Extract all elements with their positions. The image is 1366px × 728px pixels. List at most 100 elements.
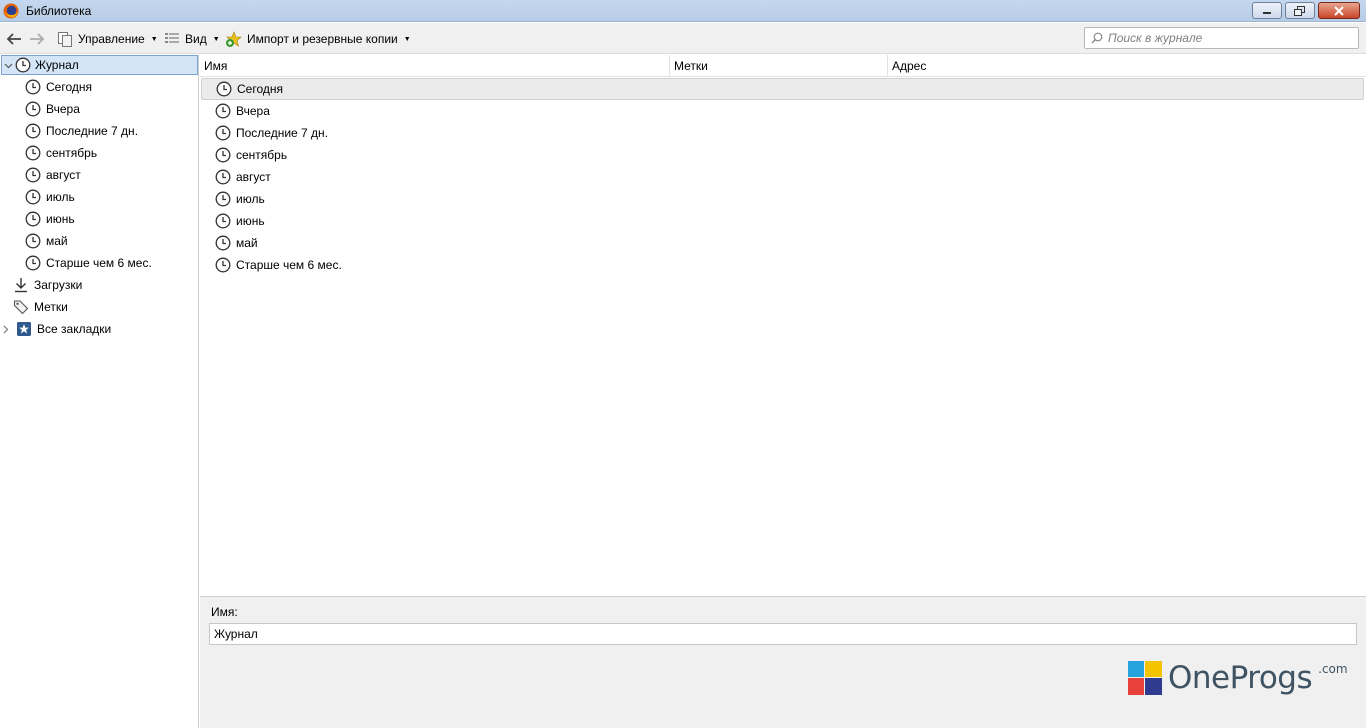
list-item[interactable]: Последние 7 дн.: [201, 122, 1364, 144]
dropdown-caret-icon: ▼: [403, 35, 411, 43]
tree-item-july[interactable]: июль: [25, 187, 75, 207]
tree-item-today[interactable]: Сегодня: [25, 77, 92, 97]
view-list-icon: [165, 33, 179, 43]
restore-button[interactable]: [1285, 2, 1315, 19]
column-header-bar: Имя Метки Адрес: [200, 55, 1366, 77]
clock-icon: [215, 125, 231, 141]
history-search-box[interactable]: [1084, 27, 1359, 49]
clock-icon: [215, 169, 231, 185]
tree-item-label: Все закладки: [37, 322, 112, 336]
close-icon: [1334, 5, 1344, 16]
back-arrow-icon: [6, 33, 21, 45]
tree-item-label: Метки: [34, 300, 68, 314]
clock-icon: [15, 57, 31, 73]
name-field[interactable]: [209, 623, 1357, 645]
list-item[interactable]: Вчера: [201, 100, 1364, 122]
search-icon: [1091, 32, 1103, 44]
clock-icon: [216, 81, 232, 97]
view-label: Вид: [185, 32, 207, 46]
watermark-suffix: .com: [1318, 662, 1348, 676]
forward-button[interactable]: [28, 29, 46, 49]
close-button[interactable]: [1318, 2, 1360, 19]
firefox-logo-icon: [3, 3, 19, 19]
list-item-label: май: [236, 236, 258, 250]
view-menu-button[interactable]: Вид ▼: [164, 29, 220, 49]
tree-item-label: Загрузки: [34, 278, 83, 292]
clock-icon: [215, 103, 231, 119]
list-item-label: Сегодня: [237, 82, 283, 96]
toolbar: Управление ▼ Вид ▼ Импорт и резервные ко…: [0, 23, 1366, 54]
list-item[interactable]: август: [201, 166, 1364, 188]
clock-icon: [25, 211, 41, 227]
list-item[interactable]: июль: [201, 188, 1364, 210]
clock-icon: [25, 167, 41, 183]
import-label: Импорт и резервные копии: [247, 32, 398, 46]
organize-label: Управление: [78, 32, 145, 46]
watermark-text: OneProgs: [1168, 660, 1313, 696]
tree-item-label: август: [46, 168, 81, 182]
tree-item-yesterday[interactable]: Вчера: [25, 99, 80, 119]
column-header-address[interactable]: Адрес: [888, 55, 1366, 77]
minimize-button[interactable]: [1252, 2, 1282, 19]
tree-item-label: май: [46, 234, 68, 248]
clock-icon: [215, 191, 231, 207]
tree-item-august[interactable]: август: [25, 165, 81, 185]
list-item-label: Вчера: [236, 104, 270, 118]
tree-item-may[interactable]: май: [25, 231, 68, 251]
download-icon: [13, 277, 29, 293]
title-bar[interactable]: Библиотека: [0, 0, 1366, 22]
list-item-label: Последние 7 дн.: [236, 126, 329, 140]
list-item-label: июнь: [236, 214, 265, 228]
organize-icon: [58, 32, 72, 47]
tree-item-june[interactable]: июнь: [25, 209, 75, 229]
clock-icon: [215, 235, 231, 251]
name-field-label: Имя:: [211, 605, 238, 619]
tree-item-label: июль: [46, 190, 75, 204]
clock-icon: [25, 145, 41, 161]
list-item-label: Старше чем 6 мес.: [236, 258, 342, 272]
tree-item-downloads[interactable]: Загрузки: [13, 275, 82, 295]
tree-item-label: сентябрь: [46, 146, 98, 160]
tree-item-label: Вчера: [46, 102, 80, 116]
tree-item-older-than-6-months[interactable]: Старше чем 6 мес.: [25, 253, 152, 273]
oneprogs-watermark: OneProgs .com: [1128, 660, 1348, 696]
list-item[interactable]: май: [201, 232, 1364, 254]
list-item[interactable]: Сегодня: [201, 78, 1364, 100]
import-backup-menu-button[interactable]: Импорт и резервные копии ▼: [225, 29, 411, 49]
tree-item-all-bookmarks[interactable]: Все закладки: [1, 319, 111, 339]
tree-item-history[interactable]: Журнал: [1, 55, 198, 75]
list-item[interactable]: сентябрь: [201, 144, 1364, 166]
clock-icon: [25, 79, 41, 95]
bookmarks-star-icon: [16, 321, 32, 337]
list-item[interactable]: Старше чем 6 мес.: [201, 254, 1364, 276]
history-search-input[interactable]: [1108, 31, 1348, 45]
tree-item-last-7-days[interactable]: Последние 7 дн.: [25, 121, 138, 141]
tree-item-tags[interactable]: Метки: [13, 297, 68, 317]
library-tree[interactable]: Журнал Сегодня Вчера Последние 7 дн. сен…: [0, 55, 199, 728]
column-header-tags[interactable]: Метки: [670, 55, 888, 77]
clock-icon: [25, 101, 41, 117]
forward-arrow-icon: [30, 33, 45, 45]
minimize-icon: [1263, 11, 1271, 14]
dropdown-caret-icon: ▼: [212, 35, 220, 43]
column-header-name[interactable]: Имя: [200, 55, 670, 77]
clock-icon: [25, 233, 41, 249]
clock-icon: [25, 189, 41, 205]
organize-menu-button[interactable]: Управление ▼: [57, 29, 158, 49]
tree-item-label: Журнал: [35, 58, 79, 72]
window-title: Библиотека: [26, 4, 92, 18]
clock-icon: [215, 257, 231, 273]
chevron-right-icon[interactable]: [1, 321, 11, 337]
history-list[interactable]: Сегодня Вчера Последние 7 дн. сентябрь а…: [200, 78, 1366, 596]
list-item-label: июль: [236, 192, 265, 206]
list-item-label: август: [236, 170, 271, 184]
tree-item-label: Последние 7 дн.: [46, 124, 139, 138]
chevron-down-icon[interactable]: [3, 55, 13, 75]
tag-icon: [13, 299, 29, 315]
tree-item-september[interactable]: сентябрь: [25, 143, 97, 163]
list-item[interactable]: июнь: [201, 210, 1364, 232]
tree-item-label: Старше чем 6 мес.: [46, 256, 152, 270]
back-button[interactable]: [5, 29, 23, 49]
clock-icon: [215, 147, 231, 163]
list-item-label: сентябрь: [236, 148, 288, 162]
